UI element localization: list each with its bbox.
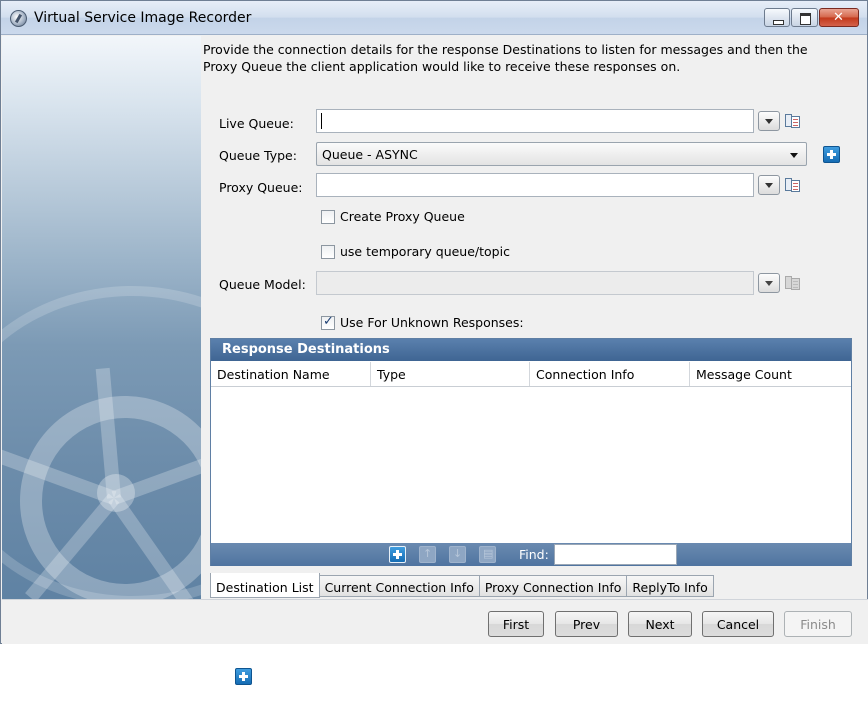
table-header: Destination Name Type Connection Info Me… [211,362,851,387]
intro-text: Provide the connection details for the r… [203,42,808,74]
wizard-content: Provide the connection details for the r… [201,36,867,599]
use-temporary-label: use temporary queue/topic [340,244,510,259]
queue-model-label: Queue Model: [219,277,306,292]
unknown-responses-option[interactable]: Use For Unknown Responses: [321,314,524,330]
proxy-queue-dropdown-button[interactable] [758,175,780,195]
wizard-footer: First Prev Next Cancel Finish [2,599,868,644]
next-button[interactable]: Next [628,611,692,637]
queue-model-browse-icon [785,275,801,291]
recorder-window: Virtual Service Image Recorder Provide t… [0,0,868,644]
banner-hub [97,474,135,512]
live-queue-dropdown-button[interactable] [758,111,780,131]
find-input[interactable] [554,544,677,565]
live-queue-input[interactable] [316,109,754,133]
add-icon[interactable] [389,546,406,563]
prev-button[interactable]: Prev [555,611,618,637]
title-bar[interactable]: Virtual Service Image Recorder [1,1,867,35]
create-proxy-queue-checkbox[interactable] [321,209,335,224]
maximize-button[interactable] [791,8,818,27]
move-down-icon[interactable] [449,546,466,563]
queue-type-select[interactable]: Queue - ASYNC [316,142,807,166]
use-temporary-checkbox[interactable] [321,244,335,259]
live-queue-label: Live Queue: [219,116,294,131]
window-title: Virtual Service Image Recorder [34,10,252,26]
chevron-down-icon [790,153,798,158]
unknown-responses-checkbox[interactable] [321,314,335,330]
tab-replyto-info[interactable]: ReplyTo Info [627,575,714,597]
move-up-icon[interactable] [419,546,436,563]
column-destination-name[interactable]: Destination Name [211,362,371,386]
response-destinations-panel: Response Destinations Destination Name T… [210,338,852,566]
column-type[interactable]: Type [371,362,530,386]
queue-type-value: Queue - ASYNC [322,147,418,162]
add-queue-type-icon[interactable] [823,146,840,163]
queue-model-dropdown-button[interactable] [758,273,780,293]
close-button[interactable] [819,8,859,27]
app-icon [10,10,27,27]
create-proxy-queue-label: Create Proxy Queue [340,209,465,224]
minimize-button[interactable] [764,8,790,27]
proxy-queue-input[interactable] [316,173,754,197]
add-icon [235,668,252,685]
destinations-table-body[interactable] [211,388,851,542]
tab-current-connection-info[interactable]: Current Connection Info [319,575,480,597]
find-label: Find: [519,547,549,562]
use-temporary-option[interactable]: use temporary queue/topic [321,244,510,259]
queue-type-label: Queue Type: [219,148,297,163]
queue-model-input[interactable] [316,271,754,295]
proxy-queue-browse-icon[interactable] [785,177,801,193]
create-proxy-queue-option[interactable]: Create Proxy Queue [321,209,465,224]
cancel-button[interactable]: Cancel [702,611,774,637]
bottom-tabs: Destination List Current Connection Info… [210,573,714,599]
wizard-side-banner [2,36,201,599]
first-button[interactable]: First [488,611,544,637]
response-destinations-title: Response Destinations [211,339,851,361]
proxy-queue-label: Proxy Queue: [219,180,303,195]
column-connection-info[interactable]: Connection Info [530,362,690,386]
destinations-toolbar: Find: [211,543,851,566]
delete-icon[interactable] [479,546,496,563]
column-message-count[interactable]: Message Count [690,362,851,386]
finish-button[interactable]: Finish [784,611,852,637]
live-queue-browse-icon[interactable] [785,113,801,129]
tab-proxy-connection-info[interactable]: Proxy Connection Info [479,575,628,597]
unknown-responses-label: Use For Unknown Responses: [340,315,524,330]
text-caret [321,113,322,129]
tab-destination-list[interactable]: Destination List [210,573,320,598]
